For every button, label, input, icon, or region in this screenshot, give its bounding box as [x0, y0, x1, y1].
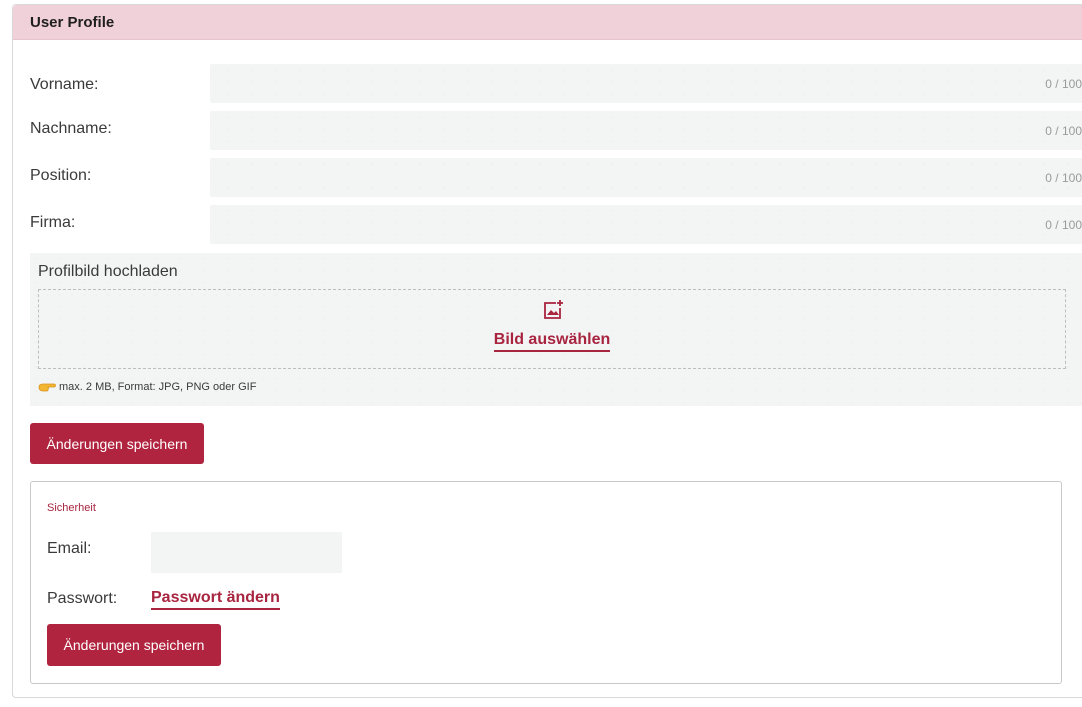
pointing-hand-icon — [38, 383, 56, 392]
form-row-vorname: Vorname: 0 / 100 — [30, 64, 1082, 103]
firma-char-counter: 0 / 100 — [1045, 218, 1082, 232]
nachname-input[interactable]: 0 / 100 — [210, 111, 1082, 150]
firma-label: Firma: — [30, 214, 76, 231]
card-header: User Profile — [13, 5, 1082, 40]
position-label: Position: — [30, 167, 92, 184]
firma-input[interactable]: 0 / 100 — [210, 205, 1082, 244]
email-label: Email: — [47, 540, 92, 557]
choose-image-link-wrap: Bild auswählen — [39, 331, 1065, 352]
password-label: Passwort: — [47, 590, 118, 607]
add-image-icon — [544, 300, 563, 319]
vorname-char-counter: 0 / 100 — [1045, 77, 1082, 91]
choose-image-link[interactable]: Bild auswählen — [493, 331, 611, 352]
save-profile-button[interactable]: Änderungen speichern — [30, 423, 204, 464]
page-title: User Profile — [30, 13, 115, 31]
security-title: Sicherheit — [47, 502, 96, 514]
save-security-button[interactable]: Änderungen speichern — [47, 624, 221, 666]
upload-hint: max. 2 MB, Format: JPG, PNG oder GIF — [38, 381, 256, 393]
vorname-label: Vorname: — [30, 76, 99, 93]
nachname-char-counter: 0 / 100 — [1045, 124, 1082, 138]
upload-title: Profilbild hochladen — [38, 263, 178, 280]
security-section: Sicherheit Email: Passwort: Passwort änd… — [30, 481, 1062, 684]
position-char-counter: 0 / 100 — [1045, 171, 1082, 185]
position-input[interactable]: 0 / 100 — [210, 158, 1082, 197]
profile-image-upload-panel: Profilbild hochladen Bild auswählen max.… — [30, 253, 1082, 406]
email-input[interactable] — [151, 532, 342, 573]
user-profile-card: User Profile Vorname: 0 / 100 Nachname: … — [12, 4, 1082, 698]
upload-hint-text: max. 2 MB, Format: JPG, PNG oder GIF — [59, 381, 257, 393]
vorname-input[interactable]: 0 / 100 — [210, 64, 1082, 103]
form-row-firma: Firma: 0 / 100 — [30, 205, 1082, 244]
nachname-label: Nachname: — [30, 120, 112, 137]
image-dropzone[interactable]: Bild auswählen — [38, 289, 1066, 369]
form-row-position: Position: 0 / 100 — [30, 158, 1082, 197]
form-row-nachname: Nachname: 0 / 100 — [30, 111, 1082, 150]
change-password-link[interactable]: Passwort ändern — [151, 589, 280, 610]
